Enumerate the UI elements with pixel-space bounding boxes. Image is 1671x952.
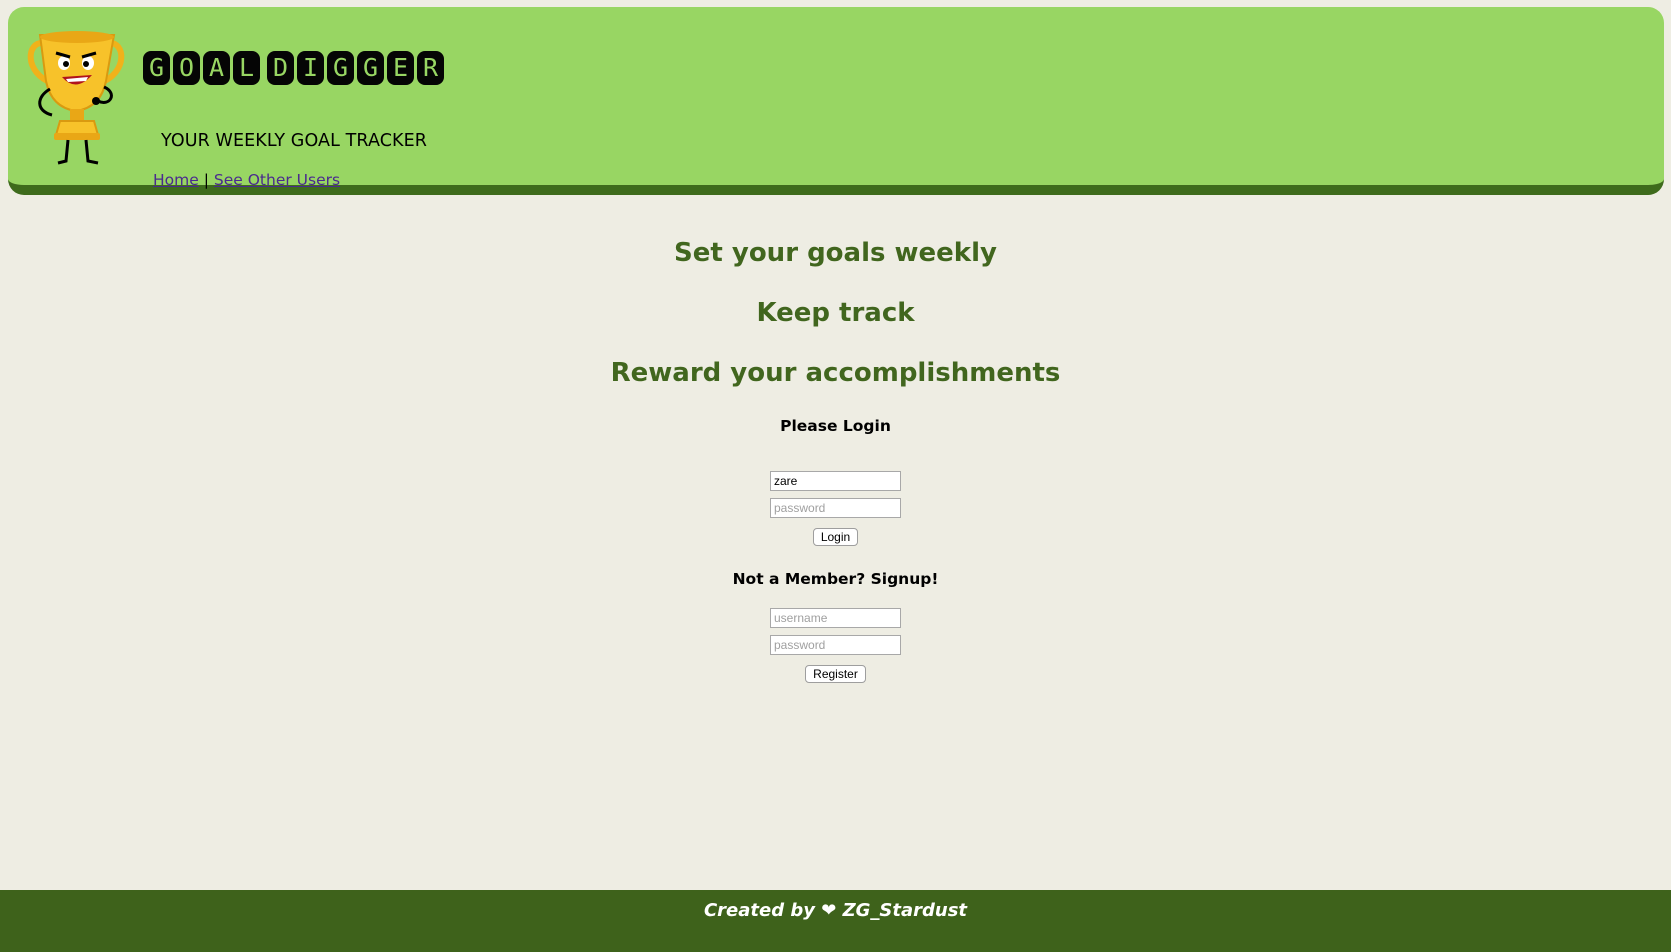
nav-link-other-users[interactable]: See Other Users [214,171,340,189]
site-header: GOALDIGGER YOUR WEEKLY GOAL TRACKER Home… [8,7,1664,195]
footer-credit: Created by ❤ ZG_Stardust [703,900,968,921]
tagline-keep-track: Keep track [756,298,915,328]
signup-password-input[interactable] [770,635,901,655]
site-footer: Created by ❤ ZG_Stardust [0,890,1671,952]
signup-title: Not a Member? Signup! [732,570,939,588]
nav-separator: | [203,171,209,189]
login-password-input[interactable] [770,498,901,518]
site-subtitle: YOUR WEEKLY GOAL TRACKER [161,131,428,151]
main-content: Set your goals weekly Keep track Reward … [0,230,1671,683]
page: GOALDIGGER YOUR WEEKLY GOAL TRACKER Home… [0,0,1671,952]
logo-letter-tile: L [233,51,260,85]
logo-letter-tile: E [387,51,414,85]
tagline-set-goals: Set your goals weekly [674,238,997,268]
logo-letter-tile: I [297,51,324,85]
logo-letter-tile: D [267,51,294,85]
logo-letter-tile: G [143,51,170,85]
logo-letter-tile: A [203,51,230,85]
login-username-input[interactable] [770,471,901,491]
login-form: Login [0,471,1671,546]
main-nav: Home | See Other Users [153,171,340,189]
signup-form: Register [0,608,1671,683]
logo-word: GOAL [143,51,260,85]
site-logo-title: GOALDIGGER [143,51,447,85]
register-button[interactable]: Register [805,665,866,683]
logo-letter-tile: G [357,51,384,85]
tagline-reward: Reward your accomplishments [610,358,1061,388]
logo-letter-tile: O [173,51,200,85]
logo-letter-tile: G [327,51,354,85]
login-title: Please Login [780,417,891,435]
logo-word: DIGGER [267,51,444,85]
login-button[interactable]: Login [812,528,859,546]
nav-link-home[interactable]: Home [153,171,199,189]
logo-letter-tile: R [417,51,444,85]
signup-username-input[interactable] [770,608,901,628]
trophy-mascot-icon [27,31,125,165]
